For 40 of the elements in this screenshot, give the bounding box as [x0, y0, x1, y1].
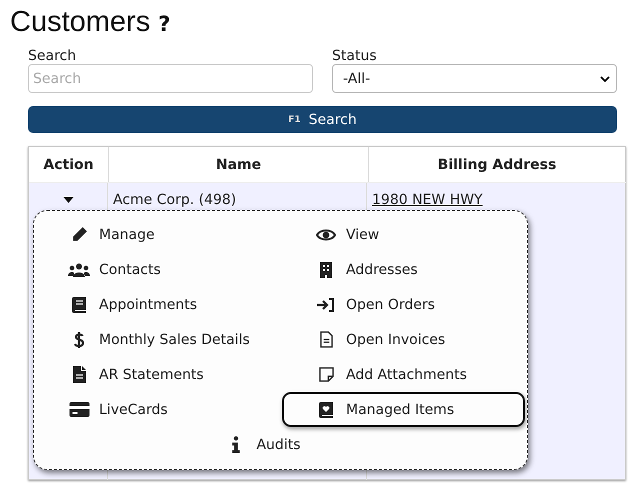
menu-item[interactable]: Addresses: [282, 252, 525, 287]
field-label: Search: [28, 48, 78, 64]
address-link[interactable]: 1980 NEW HWY: [372, 192, 483, 208]
column-header: Name: [109, 147, 369, 182]
document-icon: [72, 366, 86, 383]
menu-item[interactable]: Contacts: [34, 252, 282, 287]
menu-item[interactable]: View: [282, 217, 525, 252]
people-icon: [68, 262, 90, 276]
book-heart-icon: [319, 402, 333, 418]
menu-item[interactable]: Manage: [34, 217, 282, 252]
menu-item[interactable]: AR Statements: [34, 357, 282, 392]
eye-icon: [316, 228, 336, 242]
menu-item[interactable]: Audits: [218, 427, 302, 462]
info-icon: [232, 436, 240, 453]
help-icon[interactable]: ?: [158, 12, 170, 36]
note-icon: [318, 367, 334, 382]
caret-down-icon[interactable]: [62, 197, 74, 203]
column-header: Billing Address: [369, 147, 626, 182]
document-icon: [320, 331, 332, 348]
menu-item[interactable]: Add Attachments: [282, 357, 525, 392]
card-icon: [68, 402, 90, 417]
menu-item[interactable]: Open Orders: [282, 287, 525, 322]
menu-item[interactable]: Appointments: [34, 287, 282, 322]
pencil-icon: [70, 226, 88, 243]
search-button[interactable]: F1 Search: [28, 106, 617, 133]
book-icon: [72, 296, 86, 312]
field-label: Status: [332, 48, 378, 64]
status-dropdown[interactable]: -All-: [332, 64, 617, 93]
menu-item[interactable]: Monthly Sales Details: [34, 322, 282, 357]
menu-item[interactable]: Managed Items: [282, 392, 525, 427]
arrow-into-bracket-icon: [316, 296, 336, 312]
page-title: Customers: [10, 6, 150, 39]
building-icon: [320, 262, 332, 278]
search-field[interactable]: Search: [28, 64, 313, 93]
customer-name: Acme Corp. (498): [113, 192, 236, 208]
column-header: Action: [29, 147, 109, 182]
chevron-down-icon: [600, 76, 610, 82]
menu-item[interactable]: Open Invoices: [282, 322, 525, 357]
dollar-icon: [74, 330, 84, 348]
menu-item[interactable]: LiveCards: [34, 392, 282, 427]
